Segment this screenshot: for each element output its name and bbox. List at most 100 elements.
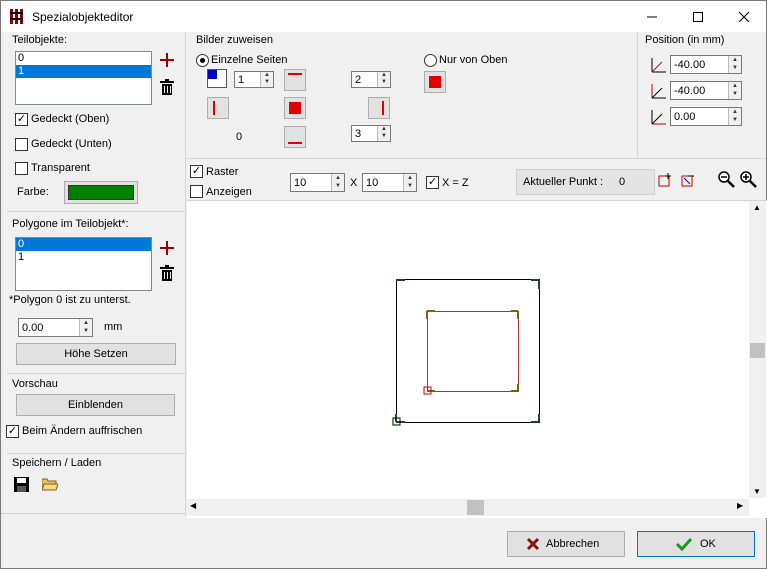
refresh-checkbox[interactable]: ✓ (6, 425, 19, 438)
panel-divider (185, 32, 186, 516)
editor-window: Spezialobjekteditor Teilobjekte: 0 1 ✓ G… (0, 0, 767, 569)
height-stepper[interactable]: ▲ ▼ (79, 319, 92, 336)
position-z-input[interactable]: 0.00 ▲ ▼ (670, 107, 742, 126)
position-x-value: -40.00 (674, 59, 706, 71)
ok-button[interactable]: OK (637, 531, 755, 557)
polygon-note: *Polygon 0 ist zu unterst. (9, 294, 131, 306)
face-spinner-3-stepper[interactable]: ▲ ▼ (377, 126, 390, 141)
scroll-left-icon[interactable]: ◀ (190, 501, 196, 510)
position-y-stepper[interactable]: ▲ ▼ (728, 82, 741, 99)
grid-x-stepper[interactable]: ▲ ▼ (331, 174, 344, 191)
vorschau-label: Vorschau (12, 378, 58, 390)
maximize-button[interactable] (675, 1, 721, 32)
position-z-stepper[interactable]: ▲ ▼ (728, 108, 741, 125)
zoom-in-icon[interactable] (740, 171, 757, 188)
grid-x-input[interactable]: 10 ▲ ▼ (290, 173, 345, 192)
divider (7, 453, 185, 454)
minimize-icon (647, 16, 657, 17)
axis-x-icon (651, 58, 666, 73)
close-button[interactable] (721, 1, 767, 32)
face-spinner-2[interactable]: 2 ▲ ▼ (351, 71, 391, 88)
delete-polygon-button[interactable] (160, 265, 174, 281)
maximize-icon (693, 11, 703, 22)
bilder-label: Bilder zuweisen (196, 34, 274, 46)
einzelne-seiten-label: Einzelne Seiten (211, 54, 288, 66)
anzeigen-checkbox[interactable] (190, 185, 203, 198)
gedeckt-oben-checkbox[interactable]: ✓ (15, 113, 28, 126)
face-spinner-2-stepper[interactable]: ▲ ▼ (377, 72, 390, 87)
color-button[interactable] (64, 181, 138, 204)
current-point-label: Aktueller Punkt : (523, 176, 604, 188)
face-bottom-button[interactable] (284, 126, 306, 148)
add-point-icon[interactable] (658, 173, 672, 187)
farbe-label: Farbe: (17, 186, 49, 198)
face-spinner-1-stepper[interactable]: ▲ ▼ (260, 72, 273, 87)
current-point-box: Aktueller Punkt : 0 (516, 169, 655, 195)
position-x-stepper[interactable]: ▲ ▼ (728, 56, 741, 73)
app-icon (10, 9, 23, 24)
nur-oben-radio[interactable] (424, 54, 437, 67)
raster-checkbox[interactable]: ✓ (190, 165, 203, 178)
polygone-list[interactable]: 0 1 (15, 237, 152, 291)
face-spinner-1[interactable]: 1 ▲ ▼ (234, 71, 274, 88)
transparent-label: Transparent (31, 162, 90, 174)
zoom-out-icon[interactable] (718, 171, 735, 188)
scroll-down-icon[interactable]: ▼ (753, 487, 761, 496)
divider (7, 373, 185, 374)
divider (1, 513, 185, 514)
list-item[interactable]: 1 (16, 251, 151, 264)
polygon-drawing (392, 279, 540, 426)
horizontal-scrollbar[interactable]: ◀ ▶ (187, 499, 749, 516)
hoehe-setzen-button[interactable]: Höhe Setzen (16, 343, 176, 365)
polygone-label: Polygone im Teilobjekt*: (12, 218, 129, 230)
list-item[interactable]: 1 (16, 65, 151, 78)
scroll-right-icon[interactable]: ▶ (737, 501, 743, 510)
face-top-button[interactable] (284, 69, 306, 91)
position-x-input[interactable]: -40.00 ▲ ▼ (670, 55, 742, 74)
vertical-scroll-thumb[interactable] (750, 343, 765, 358)
top-only-button[interactable] (424, 71, 446, 93)
grid-x-value: 10 (294, 177, 307, 189)
vertical-scrollbar[interactable]: ▲ ▼ (749, 201, 766, 498)
list-item[interactable]: 0 (16, 52, 151, 65)
add-teilobjekt-button[interactable] (160, 53, 174, 67)
color-swatch (68, 185, 134, 200)
remove-point-icon[interactable] (681, 173, 695, 187)
x-eq-z-checkbox[interactable]: ✓ (426, 176, 439, 189)
current-point-value: 0 (619, 176, 626, 188)
gedeckt-unten-label: Gedeckt (Unten) (31, 138, 112, 150)
height-unit: mm (104, 321, 123, 333)
grid-z-stepper[interactable]: ▲ ▼ (403, 174, 416, 191)
face-top-preview[interactable] (207, 69, 227, 88)
gedeckt-unten-checkbox[interactable] (15, 138, 28, 151)
delete-teilobjekt-button[interactable] (160, 79, 174, 95)
face-right-button[interactable] (368, 97, 390, 119)
teilobjekte-list[interactable]: 0 1 (15, 51, 152, 105)
add-polygon-button[interactable] (160, 241, 174, 255)
height-input[interactable]: 0.00 ▲ ▼ (18, 318, 93, 337)
face-center-button[interactable] (284, 97, 306, 119)
cancel-button[interactable]: Abbrechen (507, 531, 625, 557)
einblenden-button[interactable]: Einblenden (16, 394, 175, 416)
face-spinner-2-value: 2 (355, 74, 362, 86)
scroll-up-icon[interactable]: ▲ (753, 203, 761, 212)
minimize-button[interactable] (629, 1, 675, 32)
list-item[interactable]: 0 (16, 238, 151, 251)
title-bar: Spezialobjekteditor (1, 1, 766, 32)
position-y-input[interactable]: -40.00 ▲ ▼ (670, 81, 742, 100)
cancel-icon (526, 537, 540, 551)
open-folder-icon[interactable] (42, 477, 58, 491)
divider (7, 211, 185, 212)
einzelne-seiten-radio[interactable] (196, 54, 209, 67)
anzeigen-label: Anzeigen (206, 186, 252, 198)
save-icon[interactable] (14, 477, 29, 492)
transparent-checkbox[interactable] (15, 162, 28, 175)
drawing-canvas[interactable] (187, 200, 767, 518)
face-spinner-1-value: 1 (238, 74, 245, 86)
face-left-button[interactable] (207, 97, 229, 119)
grid-z-input[interactable]: 10 ▲ ▼ (362, 173, 417, 192)
face-spinner-3[interactable]: 3 ▲ ▼ (351, 125, 391, 142)
axis-z-icon (651, 110, 666, 125)
divider (186, 158, 766, 159)
horizontal-scroll-thumb[interactable] (467, 500, 484, 515)
